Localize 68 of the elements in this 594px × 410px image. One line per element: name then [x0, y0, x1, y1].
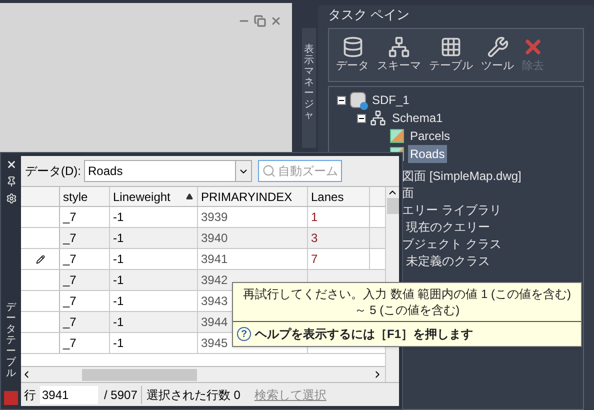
grid-icon [440, 36, 462, 58]
column-header[interactable]: PRIMARYINDEX [198, 187, 308, 206]
table-cell: _7 [60, 291, 110, 311]
table-cell: _7 [60, 270, 110, 290]
tree-item[interactable]: SDF_1 [370, 91, 412, 109]
database-icon [350, 92, 366, 108]
sort-ascending-icon [186, 193, 193, 200]
tree-item[interactable]: 面 [402, 185, 414, 201]
selected-count: 選択された行数 0 [146, 386, 240, 404]
app-logo-icon [4, 391, 18, 405]
column-header[interactable]: Lineweight [110, 187, 198, 206]
close-icon[interactable] [6, 159, 16, 170]
tree-item[interactable]: ブジェクト クラス [402, 236, 502, 252]
window-title: データテーブル [6, 302, 16, 379]
settings-icon[interactable] [6, 193, 16, 204]
toolbar-button[interactable]: テーブル [428, 36, 474, 74]
data-dropdown[interactable]: Roads [84, 160, 252, 182]
scrollbar-thumb[interactable] [82, 368, 197, 380]
table-cell: -1 [110, 312, 198, 332]
collapse-toggle[interactable] [357, 114, 366, 122]
row-field[interactable]: 3941 [40, 386, 98, 404]
database-icon [342, 36, 364, 58]
hierarchy-icon [388, 36, 410, 58]
tree-item[interactable]: 現在のクエリー [402, 219, 490, 235]
table-cell: 7 [308, 249, 370, 269]
data-label: データ(D): [25, 163, 81, 180]
table-cell: 1 [308, 207, 370, 227]
tab-label: 表示マネージャ [304, 44, 314, 123]
toolbar-button[interactable]: スキーマ [376, 36, 422, 74]
restore-icon[interactable] [254, 15, 266, 27]
window-title: タスク ペイン [328, 6, 410, 24]
table-cell: 3941 [198, 249, 308, 269]
schema-icon [370, 110, 386, 126]
pencil-icon [36, 254, 44, 264]
cube-icon [390, 129, 404, 143]
table-cell: _7 [60, 207, 110, 227]
table-cell: _7 [60, 312, 110, 332]
search-icon [262, 164, 276, 178]
toolbar-button[interactable]: データ [335, 36, 370, 74]
table-cell: _7 [60, 228, 110, 248]
collapse-toggle[interactable] [337, 96, 346, 104]
table-cell: -1 [110, 270, 198, 290]
row-label: 行 [24, 386, 36, 404]
scrollbar-thumb[interactable] [386, 198, 398, 214]
tree-item[interactable]: エリー ライブラリ [402, 202, 502, 218]
table-cell: 3940 [198, 228, 308, 248]
row-total: / 5907 [102, 386, 142, 404]
side-tab[interactable]: 表示マネージャ [302, 28, 316, 148]
table-cell: -1 [110, 333, 198, 353]
column-header[interactable]: Lanes [308, 187, 370, 206]
table-cell: -1 [110, 249, 198, 269]
tree-item[interactable]: 未定義のクラス [402, 253, 490, 269]
tree-item[interactable]: Schema1 [390, 109, 445, 127]
tree-item[interactable]: Roads [408, 145, 447, 163]
pin-icon[interactable] [6, 176, 16, 187]
tree-item[interactable]: 図面 [SimpleMap.dwg] [402, 168, 522, 184]
table-cell: 3 [308, 228, 370, 248]
table-cell: -1 [110, 207, 198, 227]
table-cell: _7 [60, 249, 110, 269]
table-cell: _7 [60, 333, 110, 353]
table-cell: 3939 [198, 207, 308, 227]
wrench-icon [486, 36, 508, 58]
table-cell: -1 [110, 291, 198, 311]
help-icon: ? [237, 327, 251, 341]
toolbar-button[interactable]: ツール [480, 36, 515, 74]
tree-item[interactable]: Parcels [408, 127, 452, 145]
column-header[interactable]: style [60, 187, 110, 206]
table-cell: -1 [110, 228, 198, 248]
